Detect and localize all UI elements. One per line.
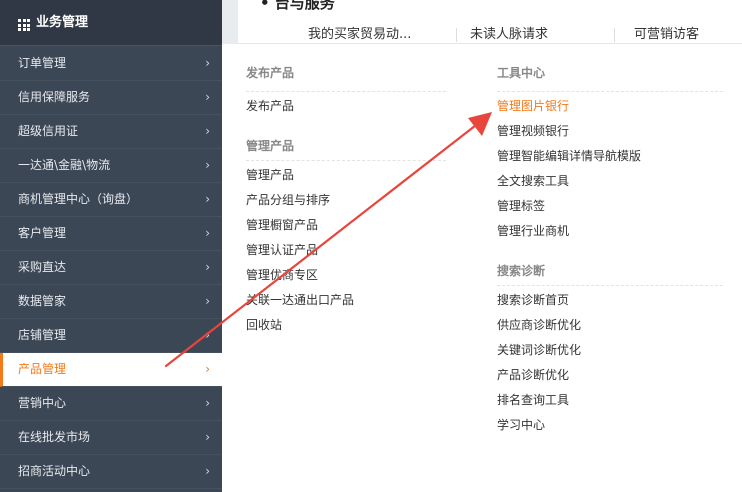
link-publish-product[interactable]: 发布产品 [246, 94, 446, 119]
chevron-right-icon: › [205, 464, 210, 478]
sidebar-item-label: 客户管理 [18, 226, 67, 240]
sidebar-item-label: 在线批发市场 [18, 430, 91, 444]
sidebar-header[interactable]: 业务管理 [0, 0, 222, 46]
sidebar-item-label: 一达通\金融\物流 [18, 158, 111, 172]
link-manage-products[interactable]: 管理产品 [246, 163, 446, 188]
sidebar-item-label: 数据管家 [18, 294, 67, 308]
sidebar-item-inquiries[interactable]: 商机管理中心（询盘） › [0, 183, 222, 217]
link-photo-bank[interactable]: 管理图片银行 [497, 94, 723, 119]
tab-marketable-visitors[interactable]: 可营销访客 [634, 26, 699, 44]
tab-buyer-trade[interactable]: 我的买家贸易动... [308, 26, 411, 44]
chevron-right-icon: › [205, 260, 210, 274]
link-product-groups[interactable]: 产品分组与排序 [246, 188, 446, 213]
page-heading: • 台与服务 [260, 0, 335, 12]
sidebar-item-data-manager[interactable]: 数据管家 › [0, 285, 222, 319]
sidebar-item-label: 采购直达 [18, 260, 67, 274]
link-onetouch-export[interactable]: 关联一达通出口产品 [246, 288, 446, 313]
sidebar-item-wholesale[interactable]: 在线批发市场 › [0, 421, 222, 455]
page-topbar: • 台与服务 我的买家贸易动... 未读人脉请求 可营销访客 [238, 0, 742, 44]
topbar-tabs: 我的买家贸易动... 未读人脉请求 可营销访客 [238, 26, 742, 44]
product-management-dropdown: 发布产品 发布产品 管理产品 管理产品 产品分组与排序 管理橱窗产品 管理认证产… [222, 44, 742, 492]
link-recycle-bin[interactable]: 回收站 [246, 313, 446, 338]
link-keyword-diagnosis[interactable]: 关键词诊断优化 [497, 338, 723, 363]
chevron-right-icon: › [205, 396, 210, 410]
sidebar-item-marketing[interactable]: 营销中心 › [0, 387, 222, 421]
chevron-right-icon: › [205, 158, 210, 172]
chevron-right-icon: › [205, 362, 210, 376]
chevron-right-icon: › [205, 294, 210, 308]
sidebar-item-label: 商机管理中心（询盘） [18, 192, 139, 206]
link-industry-opportunities[interactable]: 管理行业商机 [497, 219, 723, 244]
dropdown-column-left: 发布产品 发布产品 管理产品 管理产品 产品分组与排序 管理橱窗产品 管理认证产… [246, 44, 446, 338]
sidebar-title: 业务管理 [36, 15, 89, 30]
link-ranking-tool[interactable]: 排名查询工具 [497, 388, 723, 413]
link-premium-zone[interactable]: 管理优商专区 [246, 263, 446, 288]
sidebar-item-label: 信用保障服务 [18, 90, 91, 104]
group-title-publish: 发布产品 [246, 44, 446, 92]
sidebar-item-label: 营销中心 [18, 396, 67, 410]
sidebar-item-store[interactable]: 店铺管理 › [0, 319, 222, 353]
chevron-right-icon: › [205, 124, 210, 138]
link-manage-tags[interactable]: 管理标签 [497, 194, 723, 219]
sidebar-item-label: 订单管理 [18, 56, 67, 70]
chevron-right-icon: › [205, 192, 210, 206]
group-title-diagnosis: 搜索诊断 [497, 244, 723, 286]
group-title-tools: 工具中心 [497, 44, 723, 92]
link-video-bank[interactable]: 管理视频银行 [497, 119, 723, 144]
link-fulltext-search[interactable]: 全文搜索工具 [497, 169, 723, 194]
link-certified-products[interactable]: 管理认证产品 [246, 238, 446, 263]
chevron-right-icon: › [205, 328, 210, 342]
chevron-right-icon: › [205, 56, 210, 70]
sidebar-item-label: 店铺管理 [18, 328, 67, 342]
sidebar-item-label: 产品管理 [18, 362, 67, 376]
link-supplier-diagnosis[interactable]: 供应商诊断优化 [497, 313, 723, 338]
chevron-right-icon: › [205, 226, 210, 240]
sidebar-item-credit-guarantee[interactable]: 信用保障服务 › [0, 81, 222, 115]
group-title-manage: 管理产品 [246, 119, 446, 161]
link-product-diagnosis[interactable]: 产品诊断优化 [497, 363, 723, 388]
link-showcase-products[interactable]: 管理橱窗产品 [246, 213, 446, 238]
chevron-right-icon: › [205, 90, 210, 104]
link-diagnosis-home[interactable]: 搜索诊断首页 [497, 288, 723, 313]
sidebar-item-products[interactable]: 产品管理 › [0, 353, 222, 387]
sidebar-item-orders[interactable]: 订单管理 › [0, 47, 222, 81]
sidebar-item-customers[interactable]: 客户管理 › [0, 217, 222, 251]
link-smart-template[interactable]: 管理智能编辑详情导航模版 [497, 144, 723, 169]
dropdown-column-right: 工具中心 管理图片银行 管理视频银行 管理智能编辑详情导航模版 全文搜索工具 管… [497, 44, 723, 438]
tab-divider [456, 28, 457, 42]
sidebar-item-onetouch[interactable]: 一达通\金融\物流 › [0, 149, 222, 183]
chevron-right-icon: › [205, 430, 210, 444]
link-learning-center[interactable]: 学习中心 [497, 413, 723, 438]
sidebar-item-events[interactable]: 招商活动中心 › [0, 455, 222, 489]
sidebar-menu: 订单管理 › 信用保障服务 › 超级信用证 › 一达通\金融\物流 › 商机管理中心（询… [0, 47, 222, 489]
sidebar: 业务管理 订单管理 › 信用保障服务 › 超级信用证 › 一达通\金融\物流 › 商机管… [0, 0, 222, 492]
tab-divider [614, 28, 615, 42]
sidebar-item-rfq[interactable]: 采购直达 › [0, 251, 222, 285]
sidebar-item-label: 招商活动中心 [18, 464, 91, 478]
grid-menu-icon [18, 19, 30, 31]
tab-unread-requests[interactable]: 未读人脉请求 [470, 26, 548, 44]
sidebar-item-label: 超级信用证 [18, 124, 79, 138]
sidebar-item-super-credit[interactable]: 超级信用证 › [0, 115, 222, 149]
